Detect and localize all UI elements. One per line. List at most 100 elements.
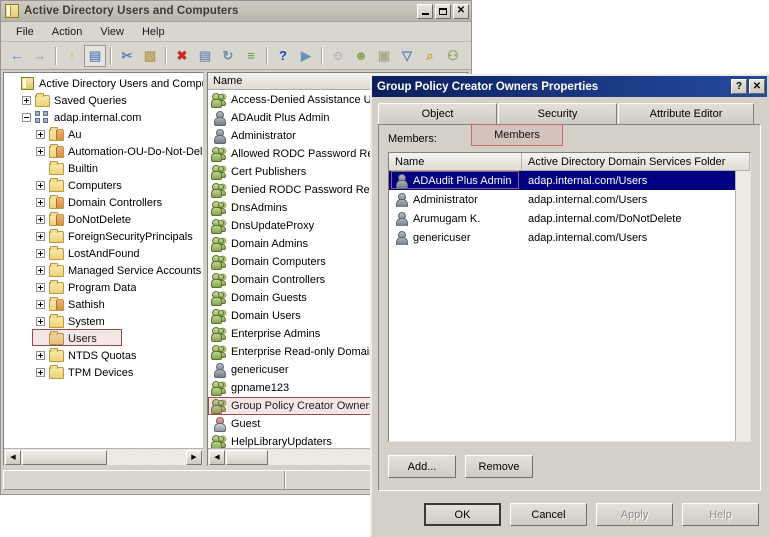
tree-scroll-left-arrow[interactable]: ◀ <box>5 450 21 465</box>
toolbar-separator <box>266 47 268 65</box>
new-user-icon[interactable]: ☺ <box>327 45 349 67</box>
saved-query-icon[interactable]: ⚇ <box>442 45 464 67</box>
remove-button[interactable]: Remove <box>465 455 533 478</box>
expand-toggle-icon[interactable] <box>36 266 45 275</box>
tree-item-program-data[interactable]: Program Data <box>4 279 203 296</box>
tree-item-domain-controllers[interactable]: Domain Controllers <box>4 194 203 211</box>
refresh-icon-glyph: ↻ <box>223 49 234 62</box>
tree-item-computers[interactable]: Computers <box>4 177 203 194</box>
tree-scroll-track[interactable] <box>107 450 185 465</box>
expand-toggle-icon[interactable] <box>36 351 45 360</box>
forward-icon[interactable]: → <box>29 45 51 67</box>
expand-toggle-icon[interactable] <box>36 283 45 292</box>
list-item-label: Domain Guests <box>231 292 307 304</box>
tree-scroll-thumb[interactable] <box>22 450 107 465</box>
members-row-name-cell: ADAudit Plus Admin <box>389 174 522 188</box>
expand-toggle-icon[interactable] <box>36 181 45 190</box>
tree-item-tpm-devices[interactable]: TPM Devices <box>4 364 203 381</box>
help-icon[interactable]: ? <box>272 45 294 67</box>
menu-action[interactable]: Action <box>43 24 92 40</box>
tree-item-automation-ou-do-not-del[interactable]: Automation-OU-Do-Not-Del <box>4 143 203 160</box>
maximize-button[interactable] <box>435 4 451 19</box>
expand-toggle-icon[interactable] <box>36 300 45 309</box>
domain-icon <box>35 111 50 124</box>
expand-toggle-icon[interactable] <box>22 96 31 105</box>
new-organizational-unit-icon[interactable]: ▣ <box>373 45 395 67</box>
tree-item-au[interactable]: Au <box>4 126 203 143</box>
refresh-icon[interactable]: ↻ <box>217 45 239 67</box>
new-group-icon[interactable]: ☻ <box>350 45 372 67</box>
tab-security[interactable]: Security <box>498 103 617 124</box>
find-icon[interactable]: ⌕ <box>419 45 441 67</box>
tree-item-donotdelete[interactable]: DoNotDelete <box>4 211 203 228</box>
tree-item-active-directory-users-and-comput[interactable]: Active Directory Users and Comput <box>4 75 203 92</box>
expand-toggle-icon[interactable] <box>36 215 45 224</box>
show-hide-console-tree-icon[interactable]: ▤ <box>84 45 106 67</box>
tree-item-users[interactable]: Users <box>4 330 203 347</box>
list-scroll-thumb[interactable] <box>226 450 268 465</box>
members-column-name[interactable]: Name <box>389 153 522 170</box>
tree-item-system[interactable]: System <box>4 313 203 330</box>
guest-user-icon <box>212 417 227 431</box>
paste-icon-glyph: ▧ <box>144 49 156 62</box>
tree-scroll-right-arrow[interactable]: ▶ <box>186 450 202 465</box>
up-one-level-icon[interactable]: ↑ <box>61 45 83 67</box>
expand-toggle-icon[interactable] <box>36 130 45 139</box>
main-window-title: Active Directory Users and Computers <box>24 5 417 17</box>
filter-icon[interactable]: ▽ <box>396 45 418 67</box>
tab-label: Security <box>538 108 578 120</box>
tree-item-label: NTDS Quotas <box>68 350 136 362</box>
expand-toggle-icon[interactable] <box>36 249 45 258</box>
dialog-close-button[interactable]: ✕ <box>749 79 765 94</box>
tree-item-adap-internal-com[interactable]: adap.internal.com <box>4 109 203 126</box>
members-column-folder[interactable]: Active Directory Domain Services Folder <box>522 153 750 170</box>
expand-toggle-icon[interactable] <box>36 198 45 207</box>
folder-icon <box>49 248 64 260</box>
collapse-toggle-icon[interactable] <box>22 113 31 122</box>
expand-toggle-icon[interactable] <box>36 147 45 156</box>
list-scroll-left-arrow[interactable]: ◀ <box>209 450 225 465</box>
menu-help[interactable]: Help <box>133 24 174 40</box>
members-rows: ADAudit Plus Adminadap.internal.com/User… <box>389 171 750 247</box>
dialog-help-button[interactable]: ? <box>731 79 747 94</box>
tree-item-lostandfound[interactable]: LostAndFound <box>4 245 203 262</box>
menu-file[interactable]: File <box>7 24 43 40</box>
close-button[interactable]: ✕ <box>453 4 469 19</box>
mmc-console-icon <box>5 4 19 18</box>
cancel-button[interactable]: Cancel <box>510 503 587 526</box>
members-column-header-row: Name Active Directory Domain Services Fo… <box>389 153 750 171</box>
tree-item-ntds-quotas[interactable]: NTDS Quotas <box>4 347 203 364</box>
export-list-icon[interactable]: ≡ <box>240 45 262 67</box>
add-button[interactable]: Add... <box>388 455 456 478</box>
paste-icon[interactable]: ▧ <box>139 45 161 67</box>
minimize-button[interactable] <box>417 4 433 19</box>
tab-attribute-editor[interactable]: Attribute Editor <box>618 103 754 124</box>
list-item-label: Allowed RODC Password Repli <box>231 148 384 160</box>
members-row[interactable]: ADAudit Plus Adminadap.internal.com/User… <box>389 171 750 190</box>
members-listview[interactable]: Name Active Directory Domain Services Fo… <box>388 152 751 442</box>
menu-view[interactable]: View <box>91 24 133 40</box>
help-icon-glyph: ? <box>279 49 287 62</box>
ok-button[interactable]: OK <box>424 503 501 526</box>
show-console-view-icon[interactable]: ▶ <box>295 45 317 67</box>
delete-icon[interactable]: ✖ <box>171 45 193 67</box>
tree-item-saved-queries[interactable]: Saved Queries <box>4 92 203 109</box>
cut-icon[interactable]: ✂ <box>116 45 138 67</box>
expand-toggle-icon[interactable] <box>36 317 45 326</box>
back-icon[interactable]: ← <box>6 45 28 67</box>
expand-toggle-icon[interactable] <box>36 368 45 377</box>
tab-object[interactable]: Object <box>378 103 497 124</box>
members-row[interactable]: genericuseradap.internal.com/Users <box>389 228 750 247</box>
tree-item-builtin[interactable]: Builtin <box>4 160 203 177</box>
tree-item-sathish[interactable]: Sathish <box>4 296 203 313</box>
tree-horizontal-scrollbar[interactable]: ◀ ▶ <box>4 448 203 465</box>
tree-item-foreignsecurityprincipals[interactable]: ForeignSecurityPrincipals <box>4 228 203 245</box>
tree-item-managed-service-accounts[interactable]: Managed Service Accounts <box>4 262 203 279</box>
properties-icon[interactable]: ▤ <box>194 45 216 67</box>
tab-members[interactable]: Members <box>471 124 563 145</box>
members-row[interactable]: Arumugam K.adap.internal.com/DoNotDelete <box>389 209 750 228</box>
members-vertical-scrollbar[interactable] <box>735 171 750 441</box>
list-item-label: Enterprise Read-only Domain <box>231 346 375 358</box>
expand-toggle-icon[interactable] <box>36 232 45 241</box>
members-row[interactable]: Administratoradap.internal.com/Users <box>389 190 750 209</box>
